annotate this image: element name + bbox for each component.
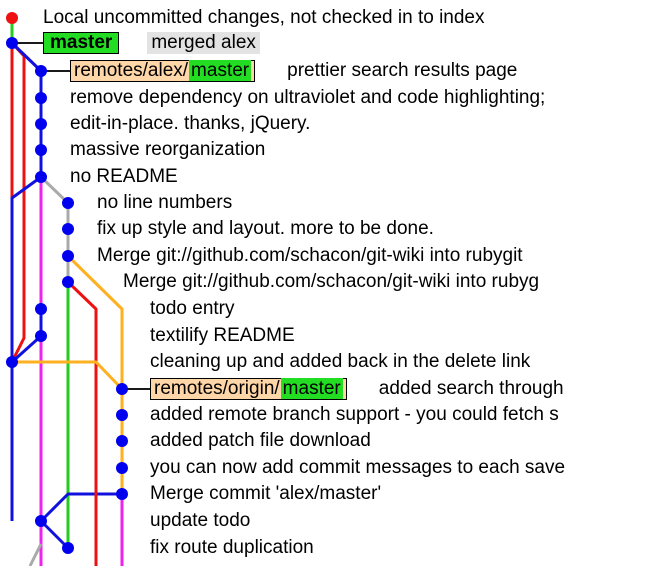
commit-node[interactable] [116, 488, 128, 500]
commit-node[interactable] [6, 37, 18, 49]
remote-name: remotes/origin/ [154, 377, 280, 399]
commit-message: you can now add commit messages to each … [150, 457, 566, 478]
commit-message: massive reorganization [70, 139, 266, 160]
commit-message: Merge git://github.com/schacon/git-wiki … [97, 245, 523, 266]
remote-branch-name: master [189, 59, 252, 81]
commit-node[interactable] [35, 515, 47, 527]
commit-message: Merge git://github.com/schacon/git-wiki … [123, 271, 540, 292]
commit-message: prettier search results page [287, 60, 518, 81]
commit-node[interactable] [35, 330, 47, 342]
commit-node[interactable] [116, 462, 128, 474]
commit-row[interactable]: no README [70, 164, 178, 190]
commit-node[interactable] [35, 144, 47, 156]
commit-message: merged alex [147, 32, 260, 54]
commit-row[interactable]: remotes/origin/master added search throug… [150, 376, 564, 402]
commit-message: Local uncommitted changes, not checked i… [43, 7, 485, 28]
commit-message: fix up style and layout. more to be done… [97, 218, 434, 239]
commit-message: textilify README [150, 325, 295, 346]
lane-line-blue [10, 41, 43, 177]
commit-node[interactable] [62, 223, 74, 235]
remote-branch-label[interactable]: remotes/origin/master [150, 377, 347, 400]
commit-message: update todo [150, 510, 251, 531]
commit-row[interactable]: Merge git://github.com/schacon/git-wiki … [123, 269, 539, 295]
commit-row[interactable]: no line numbers [97, 190, 232, 216]
commit-row[interactable]: Local uncommitted changes, not checked i… [43, 5, 485, 31]
commit-message: cleaning up and added back in the delete… [150, 351, 531, 372]
commit-row[interactable]: edit-in-place. thanks, jQuery. [70, 111, 310, 137]
commit-node[interactable] [35, 92, 47, 104]
commit-node[interactable] [35, 65, 47, 77]
commit-message: todo entry [150, 298, 235, 319]
commit-row[interactable]: Merge git://github.com/schacon/git-wiki … [97, 243, 523, 269]
commit-message: added patch file download [150, 430, 371, 451]
commit-node[interactable] [116, 383, 128, 395]
commit-node[interactable] [62, 197, 74, 209]
commit-message: fix route duplication [150, 537, 314, 558]
uncommitted-node[interactable] [6, 12, 18, 24]
commit-message: added remote branch support - you could … [150, 404, 559, 425]
remote-branch-label[interactable]: remotes/alex/master [70, 59, 256, 82]
commit-node[interactable] [35, 303, 47, 315]
commit-node[interactable] [35, 118, 47, 130]
commit-node[interactable] [116, 435, 128, 447]
commit-node[interactable] [62, 542, 74, 554]
commit-message: edit-in-place. thanks, jQuery. [70, 113, 311, 134]
commit-row[interactable]: fix up style and layout. more to be done… [97, 216, 434, 242]
commit-message: no README [70, 166, 178, 187]
commit-row[interactable]: todo entry [150, 296, 235, 322]
remote-name: remotes/alex/ [74, 59, 189, 81]
commit-row[interactable]: added patch file download [150, 428, 371, 454]
commit-row[interactable]: massive reorganization [70, 137, 265, 163]
commit-row[interactable]: master merged alex [43, 30, 260, 56]
lane-line-red [66, 280, 98, 566]
commit-message: Merge commit 'alex/master' [150, 483, 382, 504]
commit-row[interactable]: fix route duplication [150, 535, 314, 561]
remote-branch-name: master [280, 377, 343, 399]
commit-node[interactable] [62, 276, 74, 288]
commit-message: added search through [378, 378, 564, 399]
commit-row[interactable]: Merge commit 'alex/master' [150, 481, 381, 507]
local-branch-label[interactable]: master [43, 31, 120, 54]
commit-row[interactable]: remove dependency on ultraviolet and cod… [70, 85, 545, 111]
commit-row[interactable]: remotes/alex/master prettier search resul… [70, 58, 517, 84]
lane-line-red [10, 41, 26, 363]
commit-row[interactable]: update todo [150, 508, 250, 534]
commit-message: remove dependency on ultraviolet and cod… [70, 87, 546, 108]
commit-node[interactable] [62, 250, 74, 262]
commit-row[interactable]: cleaning up and added back in the delete… [150, 349, 530, 375]
commit-row[interactable]: you can now add commit messages to each … [150, 455, 565, 481]
commit-node[interactable] [116, 409, 128, 421]
commit-row[interactable]: textilify README [150, 323, 295, 349]
commit-node[interactable] [6, 356, 18, 368]
lane-line-gray [28, 543, 43, 566]
commit-message: no line numbers [97, 192, 233, 213]
lane-line-blue [39, 492, 122, 523]
commit-node[interactable] [35, 171, 47, 183]
commit-row[interactable]: added remote branch support - you could … [150, 402, 559, 428]
